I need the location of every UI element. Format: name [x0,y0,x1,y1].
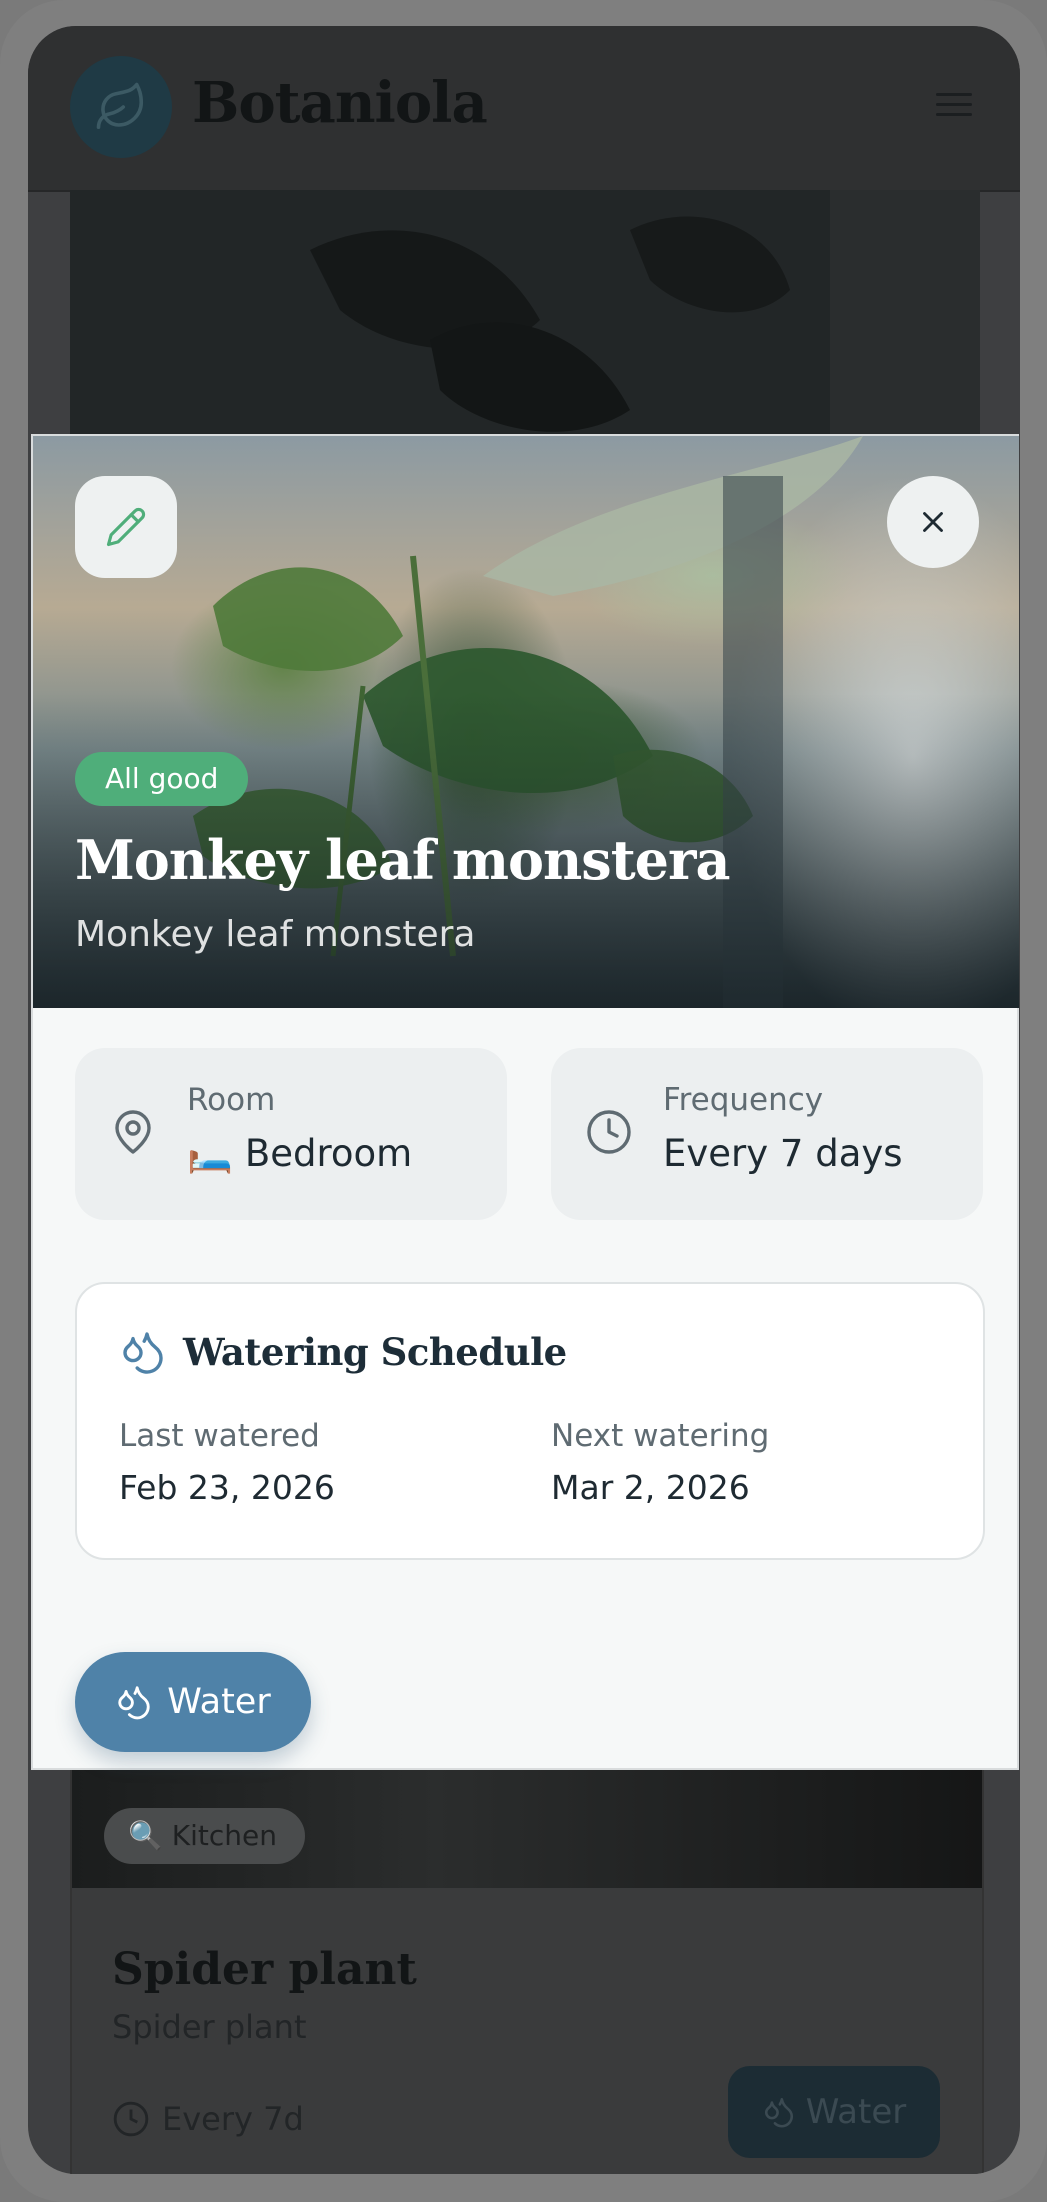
frequency-card: Frequency Every 7 days [551,1048,983,1220]
map-pin-icon [115,1110,151,1154]
plant-title: Monkey leaf monstera [75,828,730,892]
close-button[interactable] [887,476,979,568]
room-card: Room 🛏️ Bedroom [75,1048,507,1220]
card-frequency-label: Every 7d [162,2100,304,2138]
pencil-icon [106,507,146,547]
card-subtitle: Spider plant [112,2008,307,2046]
last-watered-label: Last watered [119,1418,320,1454]
watering-schedule-title: Watering Schedule [183,1330,567,1374]
next-watering-label: Next watering [551,1418,770,1454]
card-water-label: Water [805,2092,907,2132]
room-tag: 🔍 Kitchen [104,1808,306,1864]
watering-schedule-header: Watering Schedule [119,1328,567,1376]
droplets-icon [764,2097,793,2128]
plant-detail-modal: All good Monkey leaf monstera Monkey lea… [31,434,1019,1770]
search-icon: 🔍 [128,1819,163,1852]
frequency-label: Frequency [663,1082,824,1118]
edit-button[interactable] [75,476,177,578]
next-watering-value: Mar 2, 2026 [551,1468,750,1507]
room-value: 🛏️ Bedroom [187,1132,413,1175]
room-tag-label: Kitchen [171,1819,278,1852]
frequency-value: Every 7 days [663,1132,903,1175]
water-button-label: Water [167,1682,271,1722]
last-watered-value: Feb 23, 2026 [119,1468,335,1507]
clock-icon [587,1110,631,1154]
background-plant-card[interactable]: 🔍 Kitchen Spider plant Spider plant Ever… [70,1766,984,2174]
hamburger-menu-icon[interactable] [936,86,972,126]
room-label: Room [187,1082,276,1118]
card-water-button[interactable]: Water [728,2066,940,2158]
brand-name: Botaniola [192,70,488,136]
screen: Botaniola 🔍 Kitchen Spider plant Spider … [28,26,1020,2174]
droplets-icon [118,1686,150,1720]
clock-icon [113,2101,149,2137]
device-frame: Botaniola 🔍 Kitchen Spider plant Spider … [0,0,1047,2202]
card-title: Spider plant [112,1944,417,1995]
card-frequency: Every 7d [112,2100,304,2138]
watering-schedule-card: Watering Schedule Last watered Feb 23, 2… [75,1282,985,1560]
status-badge: All good [75,752,249,806]
top-bar: Botaniola [28,26,1020,192]
leaf-logo-icon [70,56,172,158]
droplets-icon [123,1332,163,1374]
close-icon [923,512,943,532]
water-button[interactable]: Water [75,1652,311,1752]
plant-subtitle: Monkey leaf monstera [75,914,476,955]
